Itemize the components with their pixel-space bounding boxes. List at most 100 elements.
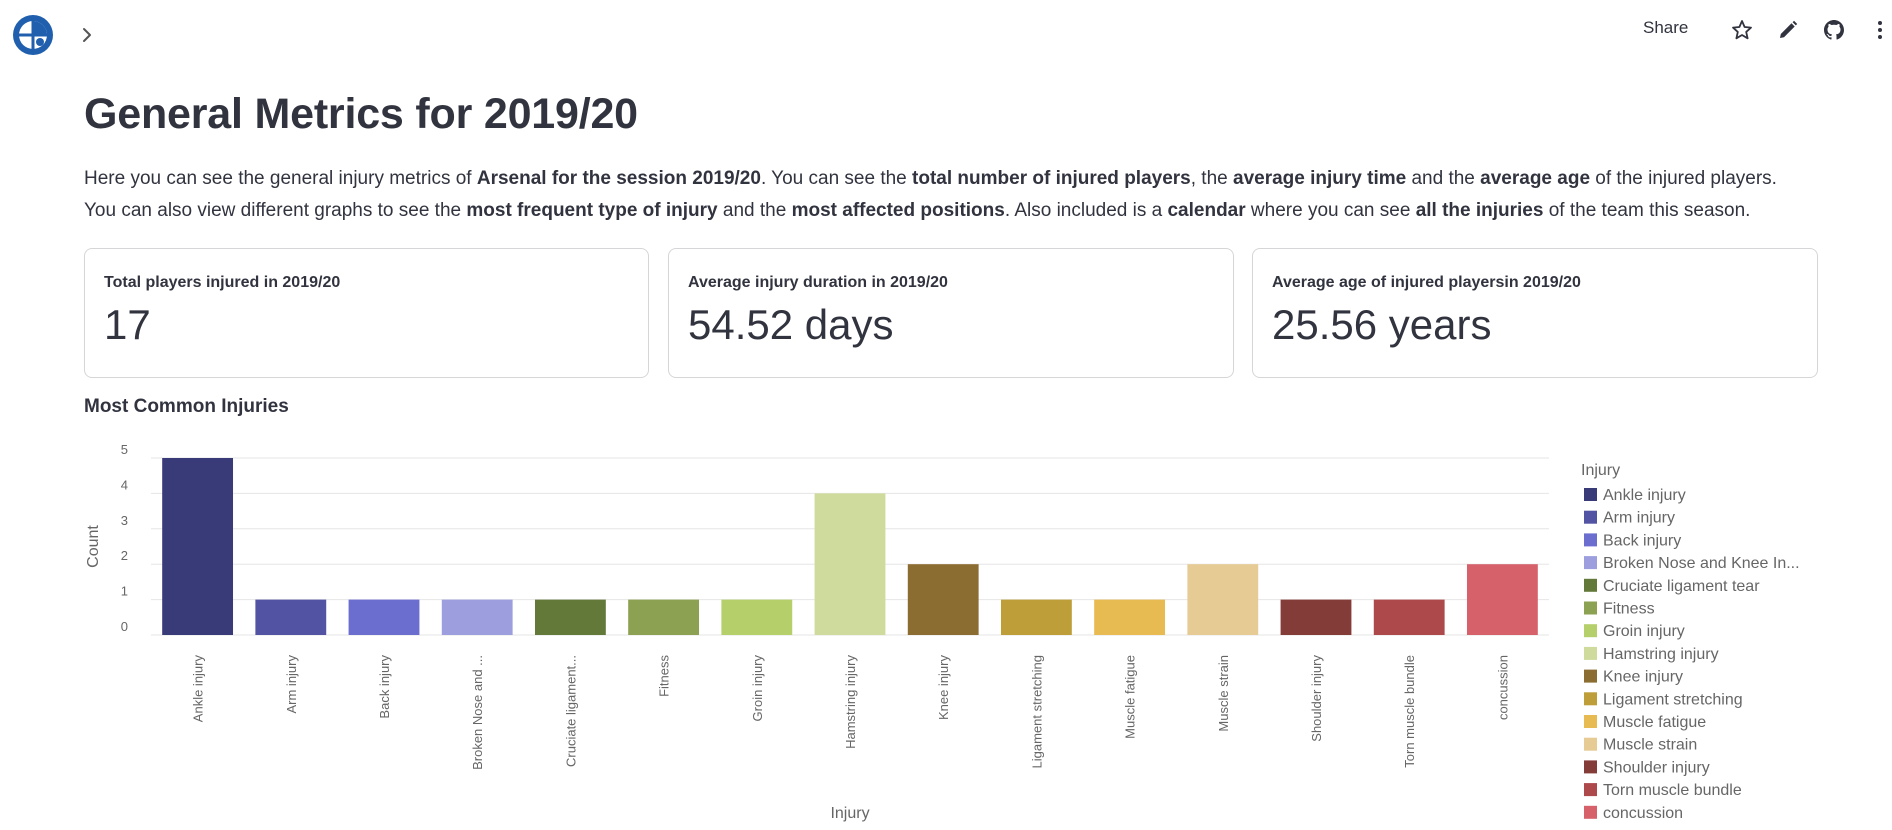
legend-swatch [1584,510,1597,524]
intro-text: and the [1406,168,1481,189]
bar[interactable] [255,599,327,635]
legend-swatch [1584,760,1597,774]
x-tick-label: Hamstring injury [843,655,858,749]
intro-text: , the [1190,168,1233,189]
bar[interactable] [1000,599,1072,635]
legend-swatch [1584,783,1597,797]
intro-emphasis: average age [1480,168,1591,189]
intro-text: where you can see [1245,200,1416,221]
bar[interactable] [907,564,979,635]
metric-card-average-age: Average age of injured playersin 2019/20… [1252,248,1818,378]
x-tick-label: Broken Nose and ... [470,655,485,770]
bar[interactable] [628,599,700,635]
metric-label: Average age of injured playersin 2019/20 [1272,274,1581,291]
legend-label: Back injury [1603,532,1681,549]
y-tick-label: 1 [121,584,128,599]
intro-text: Here you can see the general injury metr… [84,168,477,189]
intro-emphasis: all the injuries [1415,200,1544,221]
y-tick-label: 0 [121,619,128,634]
legend-swatch [1584,646,1597,660]
legend-label: Hamstring injury [1603,646,1719,663]
bar[interactable] [1280,599,1352,635]
x-tick-label: Arm injury [284,655,299,714]
metric-card-total-players: Total players injured in 2019/20 17 [84,248,649,378]
legend-swatch [1584,556,1597,570]
app-header: Share [0,0,1892,70]
intro-emphasis: calendar [1167,200,1246,221]
legend-label: Arm injury [1603,510,1675,527]
bar[interactable] [1187,564,1259,635]
intro-emphasis: most frequent type of injury [466,200,718,221]
x-tick-label: Muscle strain [1216,655,1231,732]
x-tick-label: Fitness [657,655,672,697]
legend-label: Cruciate ligament tear [1603,578,1760,595]
bar[interactable] [1094,599,1166,635]
bar[interactable] [348,599,420,635]
intro-emphasis: total number of injured players [912,168,1191,189]
x-tick-label: Knee injury [936,655,951,721]
injury-bar-chart[interactable]: 0 1 2 3 4 5 Count Ankle injury Arm injury Back in… [76,440,1836,830]
x-tick-label: concussion [1495,655,1510,720]
x-axis-label: Injury [830,805,869,822]
metric-card-average-duration: Average injury duration in 2019/20 54.52… [668,248,1234,378]
intro-text: . Also included is a [1004,200,1168,221]
y-tick-label: 3 [121,513,128,528]
share-button[interactable]: Share [1643,18,1688,38]
x-tick-label: Ankle injury [191,655,206,723]
page-title: General Metrics for 2019/20 [84,90,638,138]
metric-value: 25.56 years [1272,301,1492,348]
bar[interactable] [1466,564,1538,635]
bar[interactable] [534,599,606,635]
github-icon[interactable] [1822,18,1846,42]
x-tick-label: Groin injury [750,655,765,722]
chevron-right-icon[interactable] [76,24,98,46]
legend-label: Torn muscle bundle [1603,782,1742,799]
legend-swatch [1584,737,1597,751]
legend-label: Groin injury [1603,623,1685,640]
bar[interactable] [162,458,234,635]
legend-label: Shoulder injury [1603,759,1710,776]
x-tick-label: Muscle fatigue [1123,655,1138,739]
intro-text: . You can see the [760,168,913,189]
metric-label: Total players injured in 2019/20 [104,274,341,291]
metric-label: Average injury duration in 2019/20 [688,274,948,291]
x-tick-label: Ligament stretching [1029,655,1044,768]
legend-label: Ligament stretching [1603,691,1743,708]
legend-swatch [1584,669,1597,683]
legend-label: concussion [1603,805,1683,822]
bar[interactable] [441,599,513,635]
legend-swatch [1584,692,1597,706]
star-icon[interactable] [1730,18,1754,42]
app-logo[interactable] [12,14,54,56]
metric-value: 17 [104,301,151,348]
legend-swatch [1584,715,1597,728]
legend-label: Broken Nose and Knee In... [1603,555,1800,572]
legend-swatch [1584,624,1597,638]
intro-text: and the [717,200,792,221]
chart-section-title: Most Common Injuries [84,396,289,417]
y-tick-label: 5 [121,442,128,457]
metric-value: 54.52 days [688,301,894,348]
intro-emphasis: average injury time [1233,168,1407,189]
intro-paragraph: Here you can see the general injury metr… [84,163,1800,227]
legend-swatch [1584,578,1597,592]
intro-text: of the team this season. [1543,200,1751,221]
legend-label: Muscle strain [1603,737,1697,754]
x-tick-label: Back injury [377,655,392,719]
more-vertical-icon[interactable] [1868,18,1892,42]
legend-swatch [1584,533,1597,547]
legend-label: Muscle fatigue [1603,714,1706,731]
bar[interactable] [1373,599,1445,635]
y-tick-label: 2 [121,548,128,563]
x-tick-label: Torn muscle bundle [1402,655,1417,768]
legend-swatch [1584,601,1597,615]
intro-emphasis: Arsenal for the session 2019/20 [476,168,761,189]
intro-emphasis: most affected positions [791,200,1005,221]
legend-swatch [1584,488,1597,501]
pencil-icon[interactable] [1776,18,1800,42]
y-axis-label: Count [85,525,102,568]
bar[interactable] [814,493,886,635]
legend-label: Knee injury [1603,669,1683,686]
legend-label: Fitness [1603,601,1655,618]
bar[interactable] [721,599,793,635]
